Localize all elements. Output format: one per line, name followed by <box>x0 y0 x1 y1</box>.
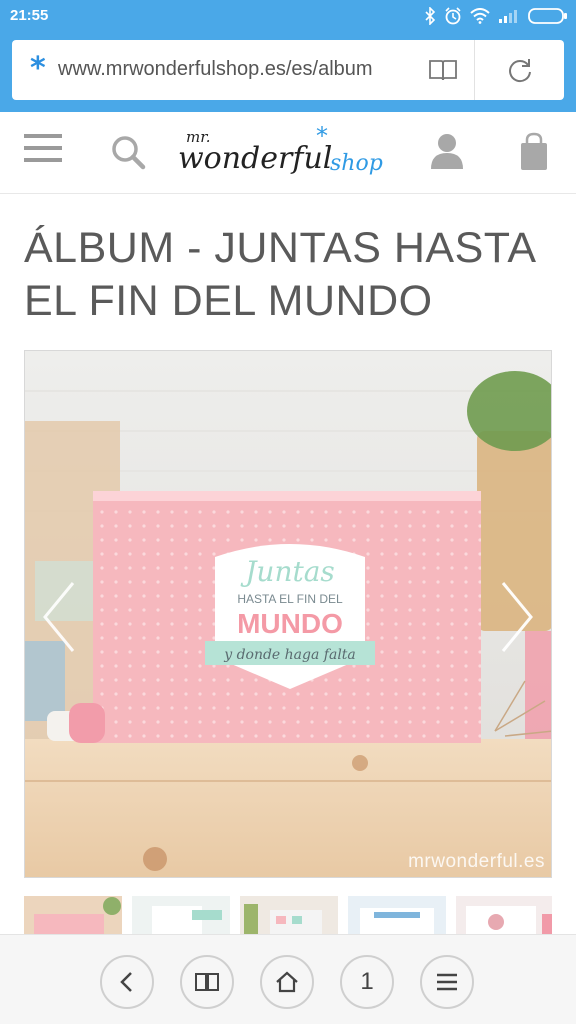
site-header: mr. wonderful * shop <box>0 112 576 194</box>
box-label-ribbon: y donde haga falta <box>223 647 356 663</box>
signal-icon <box>499 10 517 23</box>
browser-toolbar: * www.mrwonderfulshop.es/es/album <box>0 32 576 112</box>
reload-icon[interactable] <box>506 56 534 84</box>
bookmarks-button[interactable] <box>180 955 234 1009</box>
user-icon[interactable] <box>430 132 464 170</box>
box-label-line1: Juntas <box>240 555 335 588</box>
browser-menu-button[interactable] <box>420 955 474 1009</box>
menu-icon[interactable] <box>24 134 62 164</box>
status-icons <box>424 6 568 26</box>
svg-text:*: * <box>316 122 328 150</box>
bookmarks-icon <box>195 973 219 991</box>
tab-count: 1 <box>360 968 374 995</box>
box-label-line2: HASTA EL FIN DEL <box>237 592 343 606</box>
star-icon: * <box>30 51 46 86</box>
thumbnail-2[interactable] <box>132 896 230 936</box>
svg-text:wonderful: wonderful <box>178 141 332 176</box>
home-button[interactable] <box>260 955 314 1009</box>
product-title: ÁLBUM - JUNTAS HASTA EL FIN DEL MUNDO <box>24 224 535 325</box>
reader-mode-icon[interactable] <box>428 57 458 83</box>
back-button[interactable] <box>100 955 154 1009</box>
status-time: 21:55 <box>10 7 49 24</box>
search-icon[interactable] <box>110 134 146 170</box>
battery-icon <box>528 8 567 24</box>
thumbnail-4[interactable] <box>348 896 446 936</box>
product-image-carousel[interactable]: Juntas HASTA EL FIN DEL MUNDO y donde ha… <box>24 350 552 878</box>
box-label: Juntas HASTA EL FIN DEL MUNDO y donde ha… <box>197 539 383 697</box>
tabs-button[interactable]: 1 <box>340 955 394 1009</box>
address-bar[interactable]: * www.mrwonderfulshop.es/es/album <box>12 40 564 100</box>
site-logo[interactable]: mr. wonderful * shop <box>178 122 398 186</box>
home-icon <box>276 971 298 993</box>
url-text[interactable]: www.mrwonderfulshop.es/es/album <box>58 58 414 81</box>
cart-icon[interactable] <box>518 132 550 172</box>
thumbnail-3[interactable] <box>240 896 338 936</box>
thumbnail-5[interactable] <box>456 896 552 936</box>
carousel-next-icon[interactable] <box>497 579 537 655</box>
browser-bottom-nav: 1 <box>0 934 576 1024</box>
carousel-prev-icon[interactable] <box>39 579 79 655</box>
image-watermark: mrwonderful.es <box>408 851 545 872</box>
svg-text:shop: shop <box>330 151 383 176</box>
bluetooth-icon <box>425 7 436 25</box>
menu-icon <box>437 973 457 991</box>
thumbnail-strip <box>24 896 552 936</box>
thumbnail-1[interactable] <box>24 896 122 936</box>
status-bar: 21:55 <box>0 0 576 32</box>
alarm-icon <box>445 7 461 25</box>
back-icon <box>120 972 132 992</box>
url-divider <box>474 40 475 100</box>
box-label-line3: MUNDO <box>237 608 343 639</box>
wifi-icon <box>470 8 490 24</box>
